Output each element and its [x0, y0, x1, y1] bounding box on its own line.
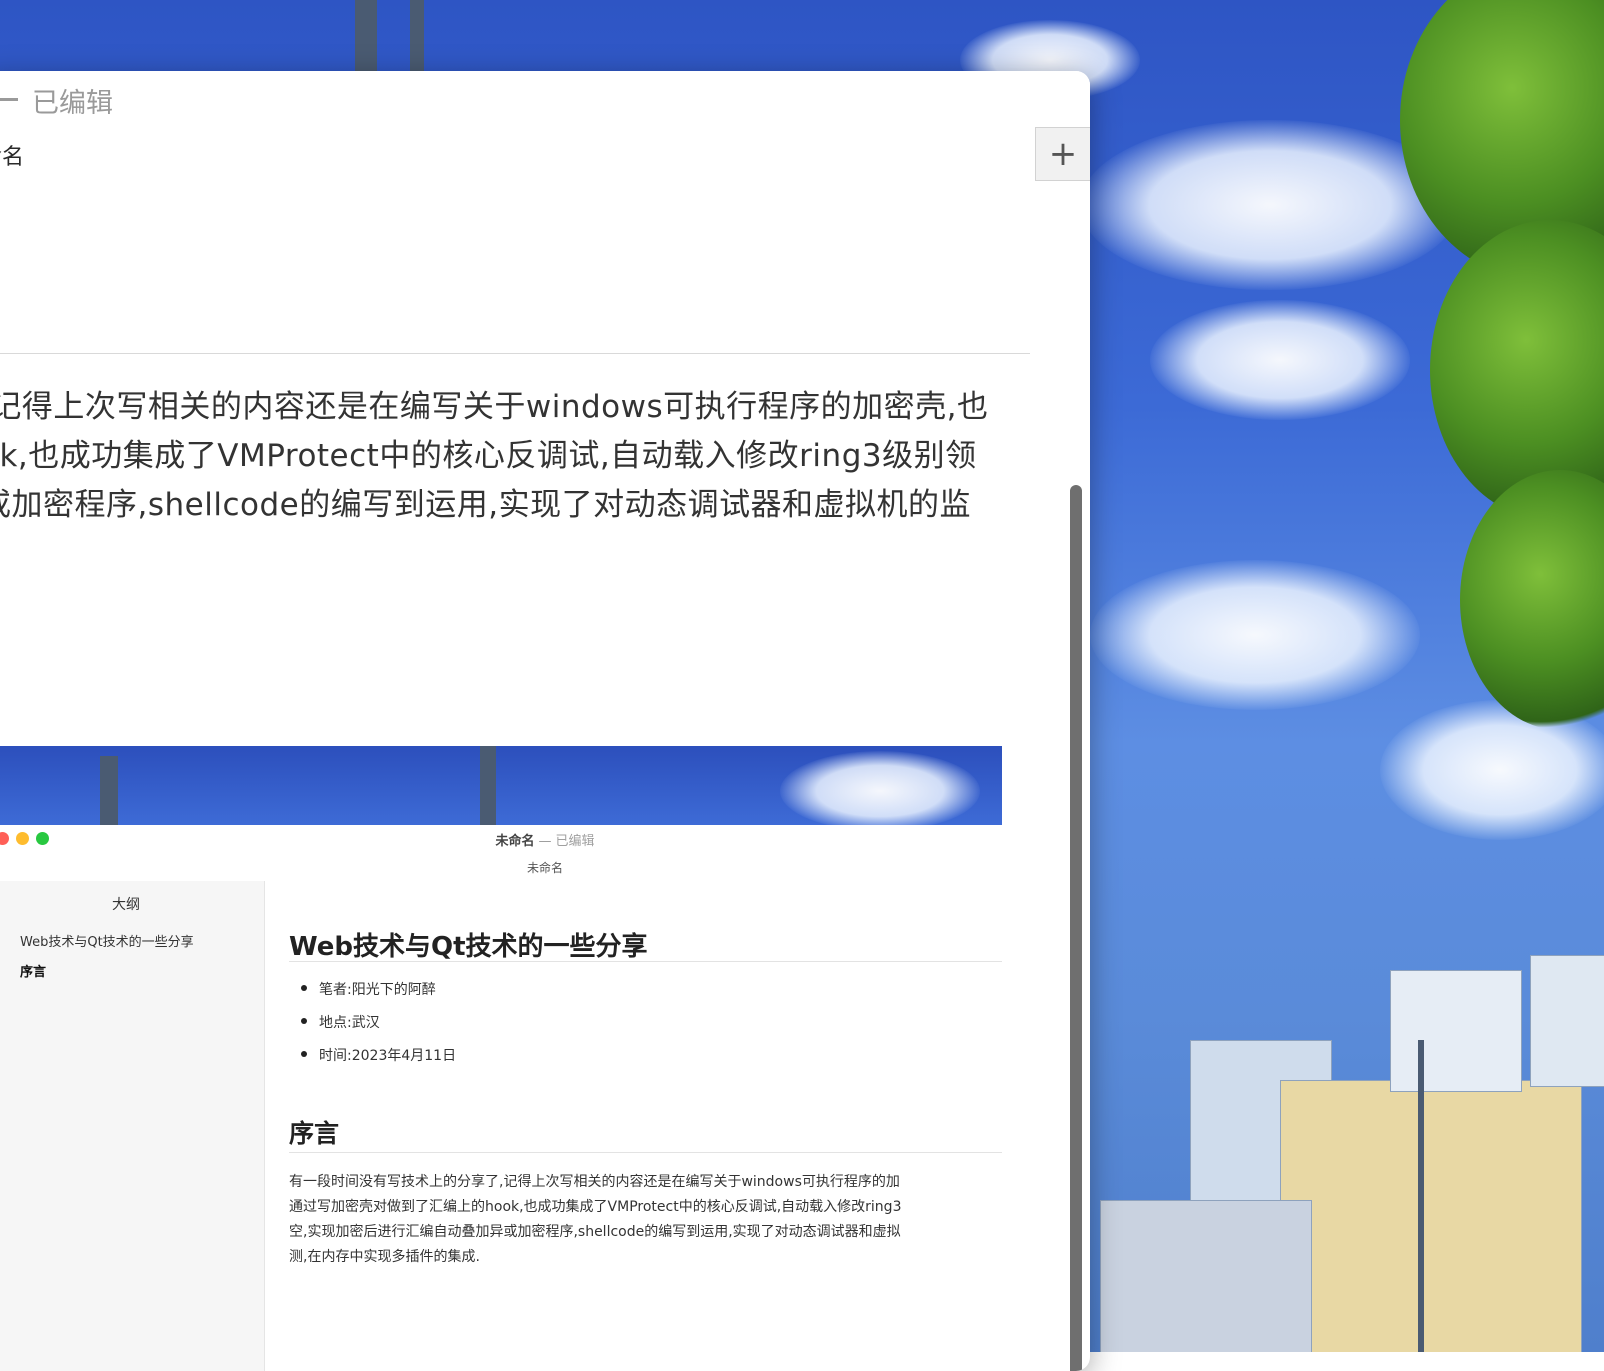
- embedded-screenshot: 未命名 — 已编辑 未命名 大纲 Web技术与Qt技术的一些分享 序言 Web技术与…: [0, 746, 1002, 1371]
- plus-icon: +: [1048, 134, 1078, 174]
- outline-title: 大纲: [112, 897, 140, 913]
- embedded-wallpaper: [0, 746, 1002, 831]
- title-status: 已编辑: [32, 88, 113, 119]
- vertical-scrollbar[interactable]: [1070, 485, 1082, 1371]
- embedded-editor-window: 未命名 — 已编辑 未命名 大纲 Web技术与Qt技术的一些分享 序言 Web技术与…: [0, 825, 1002, 1371]
- title-doc-name: 未命名: [495, 834, 535, 849]
- window-titlebar: 已编辑: [0, 71, 1090, 127]
- outline-item[interactable]: Web技术与Qt技术的一些分享: [20, 931, 194, 950]
- wallpaper-cloud: [1090, 560, 1420, 710]
- editor-divider: [0, 353, 1030, 354]
- wallpaper-building: [1390, 970, 1522, 1092]
- paragraph-line: 测,在内存中实现多插件的集成.: [289, 1249, 480, 1265]
- paragraph-line[interactable]: 或加密程序,shellcode的编写到运用,实现了对动态调试器和虚拟机的监: [0, 479, 971, 524]
- paragraph-line[interactable]: ok,也成功集成了VMProtect中的核心反调试,自动载入修改ring3级别领: [0, 430, 977, 475]
- list-item: 笔者:阳光下的阿醉: [301, 979, 436, 999]
- bullet-icon: [301, 1051, 307, 1057]
- title-status: 已编辑: [555, 834, 595, 849]
- embedded-cloud: [780, 751, 980, 831]
- editor-window: 已编辑 命名 + ,记得上次写相关的内容还是在编写关于windows可执行程序的…: [0, 71, 1090, 1371]
- paragraph-line[interactable]: ,记得上次写相关的内容还是在编写关于windows可执行程序的加密壳,也: [0, 381, 988, 426]
- outline-sidebar: 大纲 Web技术与Qt技术的一些分享 序言: [0, 881, 265, 1371]
- wallpaper-cloud: [1150, 300, 1410, 420]
- wallpaper-pole: [410, 0, 424, 72]
- bullet-icon: [301, 1018, 307, 1024]
- section-heading: 序言: [289, 1119, 340, 1148]
- list-item-text: 时间:2023年4月11日: [319, 1048, 457, 1064]
- section-rule: [289, 1152, 1002, 1153]
- list-item: 时间:2023年4月11日: [301, 1045, 456, 1065]
- document-heading: Web技术与Qt技术的一些分享: [289, 932, 648, 962]
- title-separator: —: [538, 834, 552, 849]
- embedded-pole: [100, 756, 118, 831]
- paragraph-line: 空,实现加密后进行汇编自动叠加异或加密程序,shellcode的编写到运用,实现…: [289, 1224, 901, 1240]
- outline-item-active[interactable]: 序言: [20, 961, 46, 980]
- wallpaper-building: [1530, 955, 1604, 1087]
- wallpaper-tree: [1460, 470, 1604, 730]
- list-item: 地点:武汉: [301, 1012, 380, 1032]
- tab-document[interactable]: 命名: [0, 139, 24, 171]
- list-item-text: 地点:武汉: [319, 1015, 380, 1031]
- title-separator: [0, 98, 18, 101]
- wallpaper-building: [1280, 1080, 1582, 1352]
- paragraph-line: 有一段时间没有写技术上的分享了,记得上次写相关的内容还是在编写关于windows…: [289, 1174, 900, 1190]
- bullet-icon: [301, 985, 307, 991]
- wallpaper-pole: [1418, 1040, 1424, 1352]
- wallpaper-building: [1100, 1200, 1312, 1352]
- add-tab-button[interactable]: +: [1035, 127, 1090, 181]
- paragraph-line: 通过写加密壳对做到了汇编上的hook,也成功集成了VMProtect中的核心反调…: [289, 1199, 902, 1215]
- embedded-tab[interactable]: 未命名: [0, 859, 1002, 876]
- wallpaper-pole: [355, 0, 377, 72]
- embedded-pole: [480, 746, 496, 831]
- heading-rule: [289, 961, 1002, 962]
- list-item-text: 笔者:阳光下的阿醉: [319, 982, 436, 998]
- embedded-window-title: 未命名 — 已编辑: [0, 830, 1002, 849]
